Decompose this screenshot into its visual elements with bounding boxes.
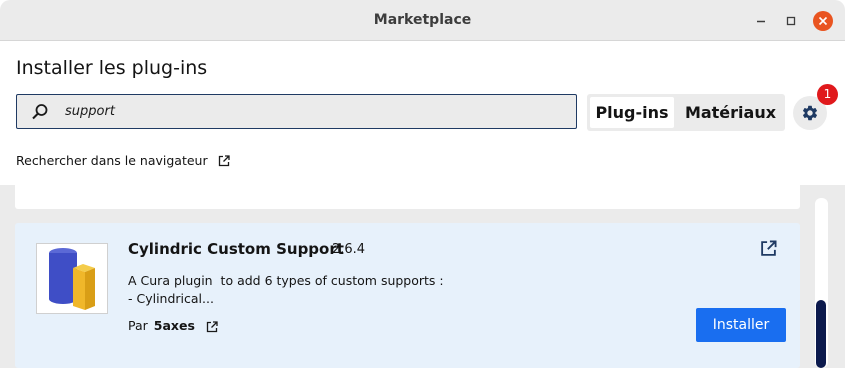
plugin-thumbnail [36,243,108,314]
plugin-author-line: Par 5axes [128,318,218,333]
minimize-button[interactable] [751,11,771,31]
tab-materials[interactable]: Matériaux [679,97,782,128]
search-value: support [65,104,115,119]
open-plugin-page-button[interactable] [760,240,777,261]
close-icon [818,16,828,26]
external-link-icon [761,240,777,256]
search-icon [32,104,48,120]
author-prefix: Par [128,318,148,333]
install-button[interactable]: Installer [696,308,786,342]
notification-badge: 1 [817,84,838,105]
scrollbar-thumb[interactable] [816,300,826,368]
title-bar[interactable]: Marketplace [0,0,845,41]
plugin-card[interactable]: Cylindric Custom Support 2.6.4 A Cura pl… [15,223,800,368]
gear-icon [802,105,818,121]
author-external-link-icon[interactable] [206,320,218,333]
maximize-icon [786,16,796,26]
plugin-list[interactable]: Cylindric Custom Support 2.6.4 A Cura pl… [0,185,845,368]
minimize-icon [757,20,765,23]
category-toggle: Plug-ins Matériaux [587,94,785,131]
close-button[interactable] [813,11,833,31]
browser-link-label: Rechercher dans le navigateur [16,153,208,168]
author-link[interactable]: 5axes [154,318,195,333]
previous-card [15,185,800,209]
maximize-button[interactable] [781,11,801,31]
external-link-icon [218,154,230,166]
tab-plugins[interactable]: Plug-ins [590,97,674,128]
marketplace-window: Marketplace Installer les plug-ins suppo… [0,0,845,368]
search-in-browser-link[interactable]: Rechercher dans le navigateur [16,152,230,168]
page-title: Installer les plug-ins [16,57,208,79]
plugin-name: Cylindric Custom Support [128,240,344,258]
plugin-description-more: - Cylindrical... [128,291,214,306]
plugin-icon [49,248,95,310]
plugin-version: 2.6.4 [332,242,366,257]
window-title: Marketplace [373,12,472,28]
search-input[interactable]: support [16,94,577,129]
plugin-description: A Cura plugin to add 6 types of custom s… [128,273,444,288]
